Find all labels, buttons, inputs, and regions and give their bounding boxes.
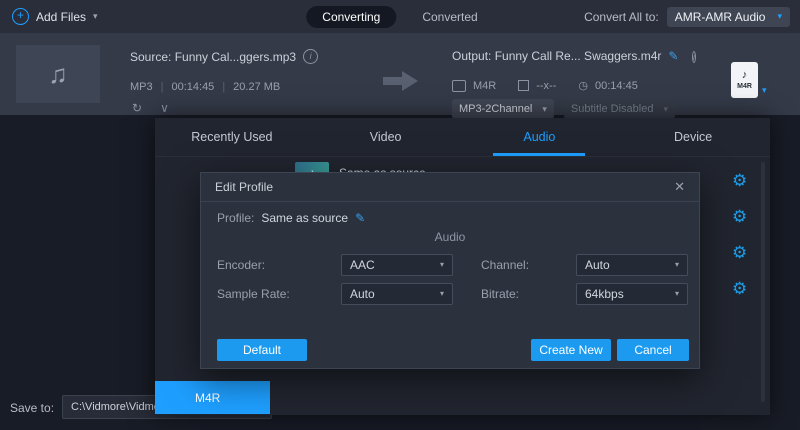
dialog-title: Edit Profile <box>215 180 273 194</box>
format-badge-caret-icon[interactable]: ▾ <box>762 85 767 96</box>
app-window: + Add Files ▾ Converting Converted Conve… <box>0 0 800 430</box>
encoder-value: AAC <box>350 258 375 272</box>
file-thumbnail: ♫ <box>16 45 100 103</box>
channel-select[interactable]: Auto ▾ <box>576 254 688 276</box>
format-chip-icon <box>452 80 466 92</box>
dialog-section-title: Audio <box>201 230 699 244</box>
tab-video[interactable]: Video <box>309 118 463 156</box>
info-icon[interactable]: i <box>303 49 318 64</box>
source-tools: ↻ ∨ <box>132 101 169 115</box>
tab-device[interactable]: Device <box>616 118 770 156</box>
tab-recently-used[interactable]: Recently Used <box>155 118 309 156</box>
profile-label: Profile: <box>217 211 254 225</box>
music-note-icon: ♫ <box>48 59 68 90</box>
sample-rate-label: Sample Rate: <box>217 283 290 305</box>
chevron-down-icon: ▾ <box>777 12 782 21</box>
chevron-down-icon: ▾ <box>440 290 444 298</box>
dialog-header: Edit Profile ✕ <box>201 173 699 202</box>
tab-converted[interactable]: Converted <box>406 6 493 28</box>
profile-tabs: Recently Used Video Audio Device <box>155 118 770 157</box>
gear-icon[interactable]: ⚙ <box>732 172 747 189</box>
sample-rate-select[interactable]: Auto ▾ <box>341 283 453 305</box>
source-meta: MP3 | 00:14:45 | 20.27 MB <box>130 81 280 93</box>
clock-icon: ◷ <box>578 79 588 92</box>
encoder-label: Encoder: <box>217 254 265 276</box>
output-title: Output: Funny Call Re... Swaggers.m4r ✎ <box>452 49 678 63</box>
chevron-down-icon: ▾ <box>675 290 679 298</box>
convert-arrow-icon <box>383 71 419 91</box>
source-filename: Source: Funny Cal...ggers.mp3 <box>130 50 296 64</box>
separator: | <box>222 81 225 93</box>
output-info: i <box>692 49 696 63</box>
chevron-down-icon: ▾ <box>663 105 668 114</box>
cancel-button[interactable]: Cancel <box>617 339 689 361</box>
profile-value: Same as source <box>261 211 348 225</box>
source-format: MP3 <box>130 81 153 93</box>
source-title: Source: Funny Cal...ggers.mp3 i <box>130 49 318 64</box>
channel-label: Channel: <box>481 254 529 276</box>
edit-icon[interactable]: ✎ <box>355 211 365 225</box>
main-tabs: Converting Converted <box>306 0 493 33</box>
gear-icon[interactable]: ⚙ <box>732 280 747 297</box>
add-icon: + <box>12 8 29 25</box>
close-icon[interactable]: ✕ <box>674 179 685 195</box>
output-duration: 00:14:45 <box>595 80 638 92</box>
convert-all-group: Convert All to: AMR-AMR Audio ▾ <box>584 0 790 33</box>
subtitle-value: Subtitle Disabled <box>571 103 654 115</box>
create-new-button[interactable]: Create New <box>531 339 611 361</box>
dialog-profile-row: Profile: Same as source ✎ <box>217 211 365 225</box>
scrollbar[interactable] <box>761 162 765 402</box>
output-format-badge[interactable]: ♪ M4R <box>731 62 758 98</box>
gear-icon[interactable]: ⚙ <box>732 208 747 225</box>
output-filename: Output: Funny Call Re... Swaggers.m4r <box>452 49 661 63</box>
separator: | <box>161 81 164 93</box>
edit-profile-dialog: Edit Profile ✕ Profile: Same as source ✎… <box>200 172 700 369</box>
channel-value: Auto <box>585 258 610 272</box>
bitrate-label: Bitrate: <box>481 283 519 305</box>
chevron-down-icon: ▾ <box>675 261 679 269</box>
output-format: M4R <box>473 80 496 92</box>
format-item-m4r-selected[interactable]: M4R <box>155 381 270 414</box>
source-size: 20.27 MB <box>233 81 280 93</box>
gear-icon[interactable]: ⚙ <box>732 244 747 261</box>
convert-all-value: AMR-AMR Audio <box>675 10 766 24</box>
chevron-down-icon: ▾ <box>93 12 98 21</box>
edit-icon[interactable]: ✎ <box>668 49 678 63</box>
bitrate-select[interactable]: 64kbps ▾ <box>576 283 688 305</box>
source-duration: 00:14:45 <box>171 81 214 93</box>
chevron-down-icon[interactable]: ∨ <box>160 101 169 115</box>
chevron-down-icon: ▾ <box>542 105 547 114</box>
format-badge-label: M4R <box>737 83 752 90</box>
tab-audio[interactable]: Audio <box>463 118 617 156</box>
tab-converting[interactable]: Converting <box>306 6 396 28</box>
subtitle-dropdown[interactable]: Subtitle Disabled ▾ <box>564 99 675 119</box>
resolution-icon <box>518 80 529 91</box>
convert-all-label: Convert All to: <box>584 10 659 24</box>
music-note-icon: ♪ <box>742 70 748 81</box>
sample-rate-value: Auto <box>350 287 375 301</box>
bitrate-value: 64kbps <box>585 287 624 301</box>
output-resolution: --x-- <box>536 80 556 92</box>
rotate-icon[interactable]: ↻ <box>132 101 142 115</box>
add-files-button[interactable]: + Add Files ▾ <box>12 0 98 33</box>
add-files-label: Add Files <box>36 10 86 24</box>
chevron-down-icon: ▾ <box>440 261 444 269</box>
convert-all-dropdown[interactable]: AMR-AMR Audio ▾ <box>667 7 790 27</box>
save-to-label: Save to: <box>10 401 54 415</box>
encoder-select[interactable]: AAC ▾ <box>341 254 453 276</box>
info-icon[interactable]: i <box>692 51 696 63</box>
audio-channel-value: MP3-2Channel <box>459 103 532 115</box>
output-meta: M4R --x-- ◷ 00:14:45 <box>452 79 638 92</box>
audio-channel-dropdown[interactable]: MP3-2Channel ▾ <box>452 99 554 119</box>
file-row: ♫ Source: Funny Cal...ggers.mp3 i MP3 | … <box>0 33 800 115</box>
default-button[interactable]: Default <box>217 339 307 361</box>
output-selects: MP3-2Channel ▾ Subtitle Disabled ▾ <box>452 99 675 119</box>
top-bar: + Add Files ▾ Converting Converted Conve… <box>0 0 800 33</box>
